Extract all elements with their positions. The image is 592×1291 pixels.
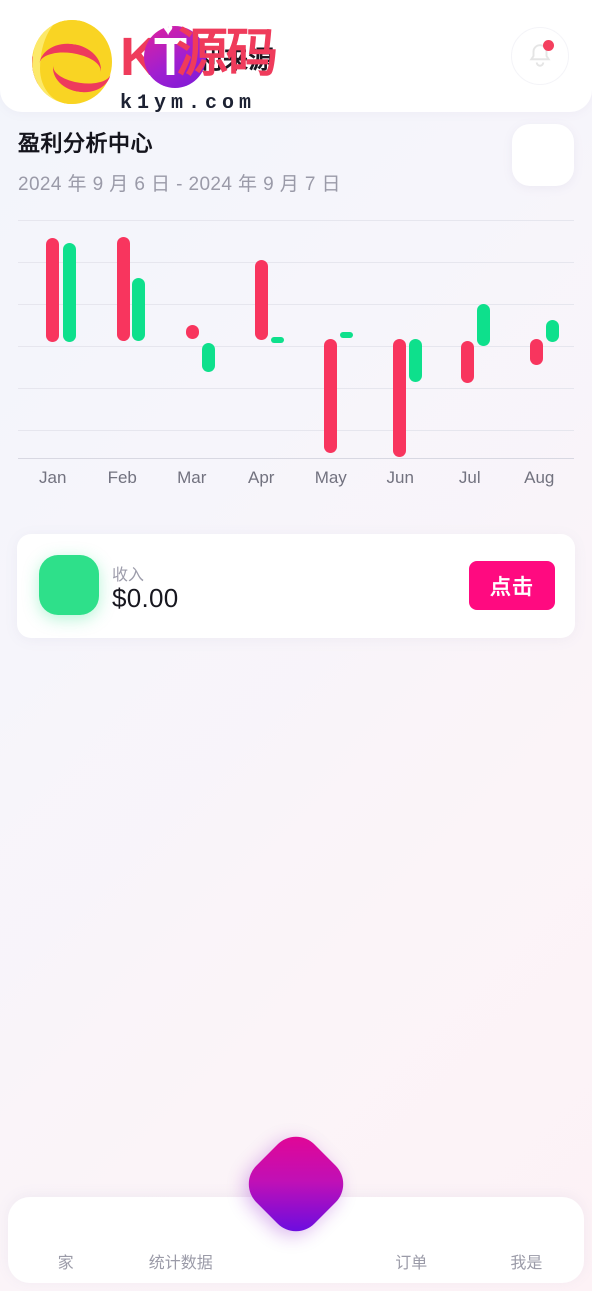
header-action-button[interactable] <box>512 124 574 186</box>
chart-bar-feb-profit <box>132 278 145 341</box>
chart-x-tick-jul: Jul <box>458 468 481 487</box>
chart-gridline <box>18 220 574 221</box>
chart-gridline <box>18 388 574 389</box>
income-action-button[interactable]: 点击 <box>469 561 555 610</box>
chart-bar-aug-loss <box>530 339 543 365</box>
chart-gridline <box>18 304 574 305</box>
app-bar-title: 盈利来源 <box>172 46 275 74</box>
bottom-nav-item-home[interactable]: 家 <box>8 1249 123 1273</box>
app-bar: 盈利来源 <box>0 0 592 112</box>
chart-bar-mar-profit <box>202 343 215 372</box>
bottom-nav-items: 家统计数据 订单 我是 <box>8 1249 584 1273</box>
chart-x-tick-feb: Feb <box>107 468 137 487</box>
page-title: 盈利分析中心 <box>18 131 154 156</box>
chart-x-axis: Jan Feb Mar Apr May Jun Jul Aug <box>18 468 574 498</box>
chart-bar-mar-loss <box>186 325 199 339</box>
chart-bar-jun-profit <box>409 339 422 382</box>
chart-bar-jan-loss <box>46 238 59 342</box>
bottom-nav-item-profile[interactable]: 我是 <box>469 1249 584 1273</box>
chart-x-tick-may: May <box>314 468 347 487</box>
income-label: 收入 <box>112 567 145 584</box>
chart-bar-feb-loss <box>117 237 130 341</box>
chart-bar-jun-loss <box>393 339 406 457</box>
chart-bar-apr-loss <box>255 260 268 340</box>
bottom-nav-item-orders[interactable]: 订单 <box>354 1249 469 1273</box>
page-date-range: 2024 年 9 月 6 日 - 2024 年 9 月 7 日 <box>18 174 341 195</box>
chart-gridline <box>18 430 574 431</box>
chart-x-tick-mar: Mar <box>177 468 207 487</box>
chart-bar-apr-profit <box>271 337 284 343</box>
chart-bar-may-loss <box>324 339 337 453</box>
chart-bar-jul-profit <box>477 304 490 346</box>
chart-x-tick-jun: Jun <box>386 468 414 487</box>
page-heading: 盈利分析中心 2024 年 9 月 6 日 - 2024 年 9 月 7 日 <box>18 126 341 196</box>
bottom-navigation-bar: 家统计数据 订单 我是 <box>8 1126 584 1283</box>
income-icon <box>39 555 99 615</box>
chart-bar-jan-profit <box>63 243 76 342</box>
add-fab[interactable] <box>238 1126 354 1242</box>
profit-chart: Jan Feb Mar Apr May Jun Jul Aug <box>0 206 592 506</box>
chart-plot-area <box>18 220 574 464</box>
income-value: $0.00 <box>112 583 179 613</box>
chart-gridline <box>18 346 574 347</box>
bottom-nav-item-statistics[interactable]: 统计数据 <box>123 1249 238 1273</box>
income-summary-card: 收入 $0.00 点击 <box>17 534 575 638</box>
chart-bar-jul-loss <box>461 341 474 383</box>
chart-gridline <box>18 458 574 459</box>
chart-gridline <box>18 262 574 263</box>
chart-x-tick-jan: Jan <box>39 468 67 487</box>
chart-bar-may-profit <box>340 332 353 338</box>
chart-bar-aug-profit <box>546 320 559 342</box>
chart-x-tick-aug: Aug <box>524 468 555 487</box>
notification-button[interactable] <box>511 27 569 85</box>
notification-dot <box>543 40 554 51</box>
chart-x-tick-apr: Apr <box>248 468 275 487</box>
